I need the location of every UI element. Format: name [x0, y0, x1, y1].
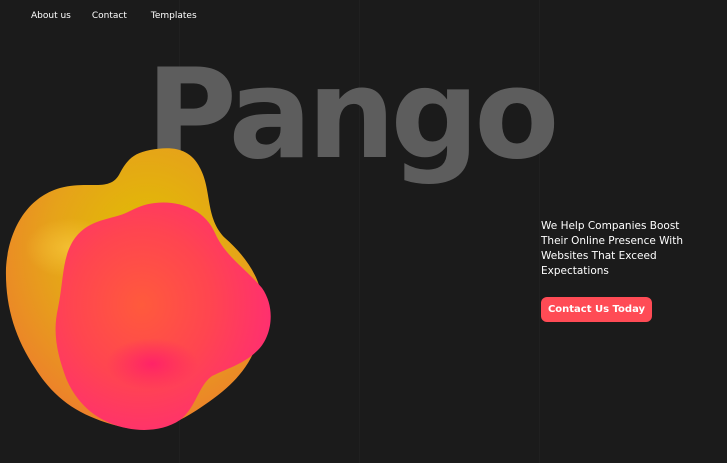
- hero-headline-line: Websites That Exceed: [541, 250, 657, 262]
- hero-headline-line: Expectations: [541, 265, 609, 277]
- gradient-blob-illustration: [5, 148, 271, 430]
- hero-headline: We Help Companies Boost Their Online Pre…: [541, 219, 701, 279]
- hero-headline-line: We Help Companies Boost: [541, 220, 680, 232]
- hero-headline-line: Their Online Presence With: [541, 235, 683, 247]
- nav-link-contact[interactable]: Contact: [92, 10, 127, 22]
- top-nav: About us Contact Templates: [31, 10, 197, 22]
- nav-link-templates[interactable]: Templates: [151, 10, 197, 22]
- landing-page: About us Contact Templates Pango We Help…: [0, 0, 727, 463]
- nav-link-about-us[interactable]: About us: [31, 10, 71, 22]
- contact-us-today-button[interactable]: Contact Us Today: [541, 297, 652, 322]
